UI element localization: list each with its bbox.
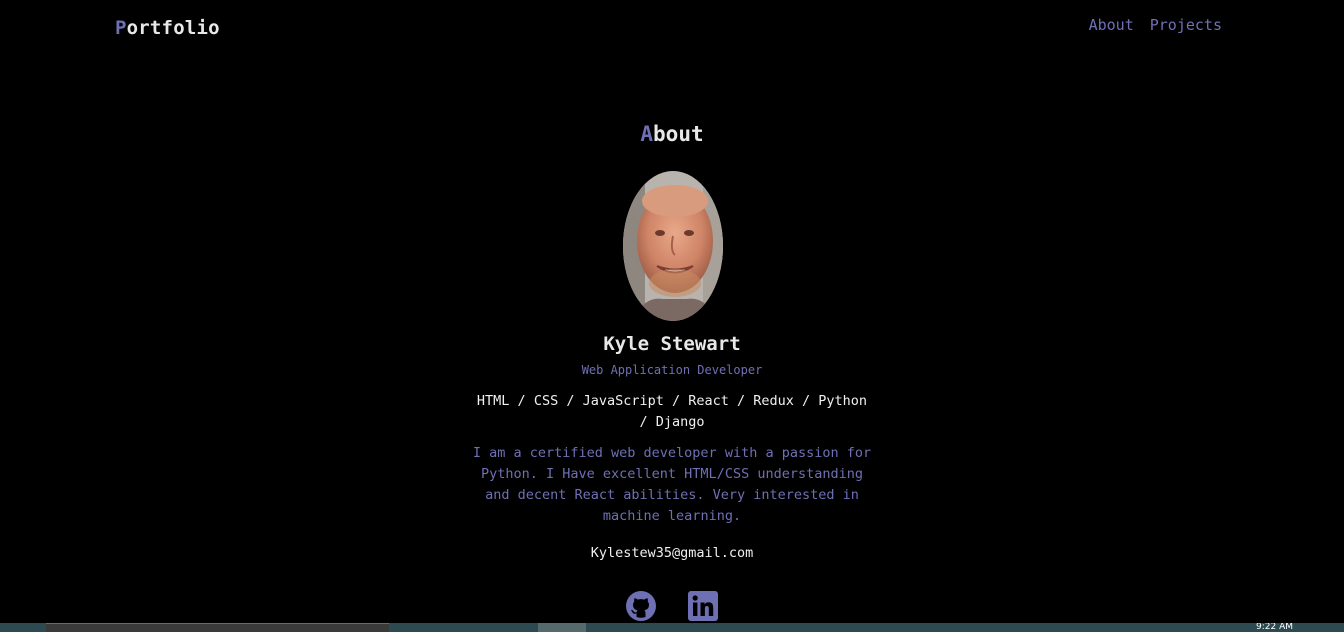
portfolio-page: Portfolio About Projects About Kyle Stew…	[0, 0, 1344, 632]
taskbar-search-box[interactable]	[46, 623, 389, 632]
os-taskbar: 9:22 AM	[0, 623, 1344, 632]
profile-role: Web Application Developer	[581, 363, 763, 377]
avatar-photo	[623, 171, 723, 321]
profile-name: Kyle Stewart	[603, 333, 741, 355]
taskbar-clock[interactable]: 9:22 AM	[1256, 623, 1293, 632]
taskbar-active-app[interactable]	[538, 623, 586, 632]
profile-bio: I am a certified web developer with a pa…	[472, 445, 872, 524]
top-nav: About Projects	[1089, 16, 1222, 34]
brand-logo[interactable]: Portfolio	[115, 17, 220, 39]
nav-link-projects[interactable]: Projects	[1150, 16, 1222, 34]
social-links	[625, 590, 719, 622]
brand-initial: P	[115, 17, 127, 39]
brand-text: ortfolio	[126, 17, 220, 39]
nav-link-about[interactable]: About	[1089, 16, 1134, 34]
github-icon[interactable]	[625, 590, 657, 622]
avatar	[623, 171, 723, 321]
skills-list: HTML / CSS / JavaScript / React / Redux …	[476, 393, 868, 430]
about-heading: About	[0, 122, 1344, 146]
about-heading-initial: A	[640, 122, 654, 146]
contact-email[interactable]: Kylestew35@gmail.com	[0, 545, 1344, 561]
about-heading-text: bout	[653, 122, 704, 146]
linkedin-icon[interactable]	[687, 590, 719, 622]
